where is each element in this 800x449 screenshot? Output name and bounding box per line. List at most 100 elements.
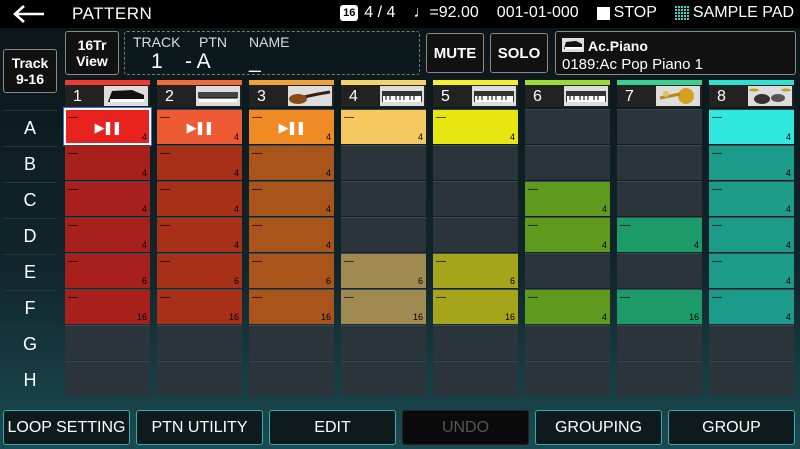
track-header-3[interactable]: 3 (249, 80, 334, 107)
pattern-length: 16 (688, 312, 699, 322)
pattern-length: 4 (141, 168, 147, 178)
pattern-cell-5-a[interactable]: —4 (433, 109, 518, 144)
row-label-c[interactable]: C (3, 182, 57, 217)
row-label-g[interactable]: G (3, 326, 57, 361)
pattern-cell-8-e[interactable]: —4 (709, 253, 794, 288)
pattern-cell-2-b[interactable]: —4 (157, 145, 242, 180)
pattern-cell-8-c[interactable]: —4 (709, 181, 794, 216)
pattern-cell-7-g[interactable] (617, 325, 702, 360)
pattern-cell-3-d[interactable]: —4 (249, 217, 334, 252)
pattern-cell-3-f[interactable]: — 16 (249, 289, 334, 324)
track-header-8[interactable]: 8 (709, 80, 794, 107)
pattern-cell-6-e[interactable] (525, 253, 610, 288)
pattern-cell-1-d[interactable]: —4 (65, 217, 150, 252)
pattern-cell-6-f[interactable]: —4 (525, 289, 610, 324)
mute-button[interactable]: MUTE (426, 33, 484, 73)
pattern-cell-7-f[interactable]: — 16 (617, 289, 702, 324)
pattern-length: 6 (233, 276, 239, 286)
pattern-marker: — (344, 256, 354, 267)
pattern-cell-2-a[interactable]: —4 ▶❚❚ (157, 109, 242, 144)
group-button[interactable]: GROUP (668, 410, 795, 445)
pattern-cell-1-f[interactable]: — 16 (65, 289, 150, 324)
pattern-cell-1-h[interactable] (65, 361, 150, 396)
pattern-cell-2-g[interactable] (157, 325, 242, 360)
row-label-b[interactable]: B (3, 146, 57, 181)
row-label-e[interactable]: E (3, 254, 57, 289)
pattern-cell-8-f[interactable]: —4 (709, 289, 794, 324)
track-header-6[interactable]: 6 (525, 80, 610, 107)
track-header-5[interactable]: 5 (433, 80, 518, 107)
pattern-cell-7-e[interactable] (617, 253, 702, 288)
pattern-cell-6-d[interactable]: —4 (525, 217, 610, 252)
row-label-f[interactable]: F (3, 290, 57, 325)
pattern-cell-1-e[interactable]: —6 (65, 253, 150, 288)
pattern-cell-5-d[interactable] (433, 217, 518, 252)
pattern-cell-2-e[interactable]: —6 (157, 253, 242, 288)
solo-button[interactable]: SOLO (490, 33, 548, 73)
tone-selector[interactable]: Ac.Piano 0189:Ac Pop Piano 1 (555, 31, 796, 75)
pattern-cell-4-e[interactable]: —6 (341, 253, 426, 288)
pattern-cell-1-c[interactable]: —4 (65, 181, 150, 216)
pattern-cell-1-g[interactable] (65, 325, 150, 360)
pattern-cell-6-c[interactable]: —4 (525, 181, 610, 216)
pattern-cell-6-b[interactable] (525, 145, 610, 180)
pattern-cell-4-f[interactable]: — 16 (341, 289, 426, 324)
pattern-cell-5-f[interactable]: — 16 (433, 289, 518, 324)
pattern-cell-8-g[interactable] (709, 325, 794, 360)
track-header-7[interactable]: 7 (617, 80, 702, 107)
pattern-cell-8-d[interactable]: —4 (709, 217, 794, 252)
16tr-view-button[interactable]: 16Tr View (65, 31, 119, 75)
pattern-cell-8-h[interactable] (709, 361, 794, 396)
pattern-cell-3-e[interactable]: —6 (249, 253, 334, 288)
pattern-cell-8-a[interactable]: —4 (709, 109, 794, 144)
pattern-cell-7-d[interactable]: —4 (617, 217, 702, 252)
pattern-cell-3-b[interactable]: —4 (249, 145, 334, 180)
pattern-length: 4 (325, 168, 331, 178)
grouping-button[interactable]: GROUPING (535, 410, 662, 445)
pattern-cell-4-a[interactable]: —4 (341, 109, 426, 144)
pattern-cell-2-d[interactable]: —4 (157, 217, 242, 252)
pattern-cell-4-c[interactable] (341, 181, 426, 216)
track-9-16-button[interactable]: Track 9-16 (3, 49, 57, 93)
pattern-cell-4-b[interactable] (341, 145, 426, 180)
ptn-utility-button[interactable]: PTN UTILITY (136, 410, 263, 445)
pattern-cell-6-g[interactable] (525, 325, 610, 360)
pattern-cell-2-f[interactable]: — 16 (157, 289, 242, 324)
pattern-cell-7-h[interactable] (617, 361, 702, 396)
pattern-cell-4-g[interactable] (341, 325, 426, 360)
pattern-cell-5-h[interactable] (433, 361, 518, 396)
pattern-cell-5-e[interactable]: —6 (433, 253, 518, 288)
pattern-cell-3-c[interactable]: —4 (249, 181, 334, 216)
pattern-cell-1-b[interactable]: —4 (65, 145, 150, 180)
row-label-a[interactable]: A (3, 110, 57, 145)
pattern-cell-5-g[interactable] (433, 325, 518, 360)
pattern-cell-5-b[interactable] (433, 145, 518, 180)
track-header-2[interactable]: 2 (157, 80, 242, 107)
pattern-cell-6-a[interactable] (525, 109, 610, 144)
pattern-cell-1-a[interactable]: —4 ▶❚❚ (64, 108, 151, 145)
pattern-cell-3-g[interactable] (249, 325, 334, 360)
pattern-cell-7-a[interactable] (617, 109, 702, 144)
pattern-cell-4-d[interactable] (341, 217, 426, 252)
play-pause-icon: ▶❚❚ (186, 120, 215, 135)
edit-button[interactable]: EDIT (269, 410, 396, 445)
row-label-d[interactable]: D (3, 218, 57, 253)
pattern-cell-5-c[interactable] (433, 181, 518, 216)
back-button[interactable] (0, 0, 58, 28)
pattern-cell-7-c[interactable] (617, 181, 702, 216)
pattern-cell-8-b[interactable]: —4 (709, 145, 794, 180)
track-number: 3 (257, 88, 266, 105)
pattern-cell-3-h[interactable] (249, 361, 334, 396)
pattern-cell-2-c[interactable]: —4 (157, 181, 242, 216)
loop-setting-button[interactable]: LOOP SETTING (3, 410, 130, 445)
row-label-h[interactable]: H (3, 362, 57, 397)
pattern-cell-4-h[interactable] (341, 361, 426, 396)
pattern-cell-3-a[interactable]: —4 ▶❚❚ (249, 109, 334, 144)
track-header-4[interactable]: 4 (341, 80, 426, 107)
pattern-cell-6-h[interactable] (525, 361, 610, 396)
pattern-cell-7-b[interactable] (617, 145, 702, 180)
track-header-1[interactable]: 1 (65, 80, 150, 107)
name-value[interactable]: _ (249, 50, 261, 74)
pattern-cell-2-h[interactable] (157, 361, 242, 396)
sample-pad-icon (674, 6, 689, 20)
